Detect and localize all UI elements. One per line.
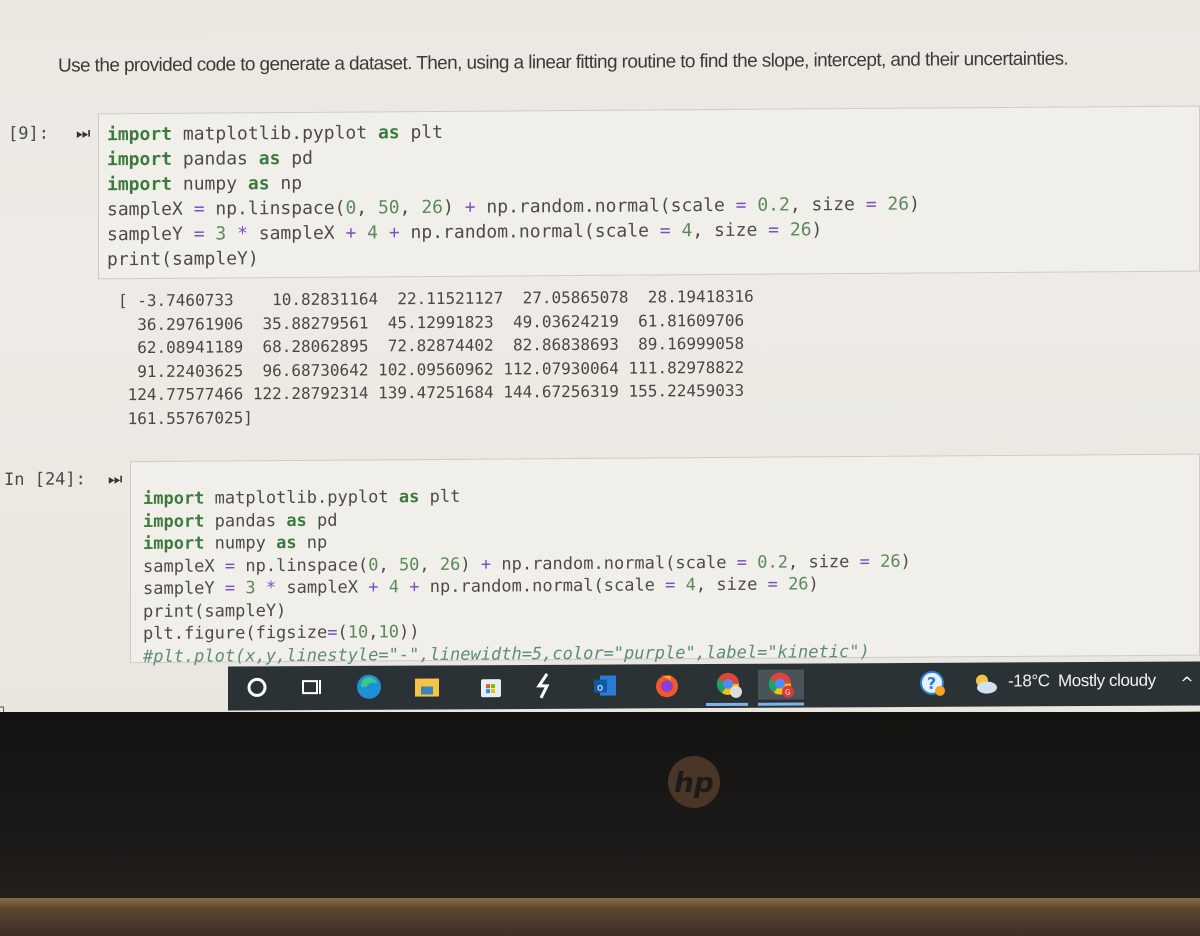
weather-condition: Mostly cloudy (1057, 670, 1156, 691)
code-line: print(sampleY) (107, 248, 259, 271)
firefox-icon[interactable] (652, 670, 682, 700)
edge-browser-icon[interactable] (354, 672, 384, 702)
help-icon[interactable]: ? (918, 669, 948, 699)
weather-mostly-cloudy-icon[interactable] (970, 669, 1000, 699)
code-cell-input[interactable]: import matplotlib.pyplot as plt import pa… (130, 453, 1200, 667)
chrome-g-profile-icon[interactable]: G (758, 669, 804, 700)
laptop-hinge (0, 898, 1200, 936)
active-window-indicator (758, 702, 804, 706)
output-line: 124.77577466 122.28792314 139.47251684 1… (118, 380, 745, 405)
bolt-app-icon[interactable] (530, 671, 560, 701)
outlook-icon[interactable]: o (590, 670, 620, 700)
active-window-indicator (706, 702, 748, 707)
task-view-icon[interactable] (296, 672, 326, 702)
question-instruction: Use the provided code to generate a data… (58, 48, 1069, 77)
output-line: 161.55767025] (118, 407, 253, 428)
code-block[interactable]: import matplotlib.pyplot as plt import pa… (143, 483, 911, 668)
run-cell-icon[interactable]: ⏭ (108, 469, 122, 489)
svg-text:G: G (785, 689, 790, 697)
cell-output: [ -3.7460733 10.82831164 22.11521127 27.… (118, 285, 754, 430)
code-cell-input[interactable]: import matplotlib.pyplot as plt import pa… (98, 105, 1200, 280)
svg-text:o: o (597, 683, 603, 694)
microsoft-store-icon[interactable] (476, 671, 506, 701)
run-cell-icon[interactable]: ⏭ (76, 123, 90, 143)
search-circle-icon[interactable] (242, 672, 272, 702)
weather-widget[interactable]: -18°C Mostly cloudy (1008, 671, 1156, 692)
weather-temperature: -18°C (1008, 671, 1050, 691)
file-explorer-icon[interactable] (412, 671, 442, 701)
cell-prompt: [9]: (8, 123, 49, 144)
svg-text:?: ? (927, 674, 936, 693)
code-block[interactable]: import matplotlib.pyplot as plt import pa… (107, 117, 920, 273)
show-hidden-icons-chevron-icon[interactable]: ^ (1172, 667, 1200, 697)
windows-taskbar: o G ? -18°C Mostly cloudy ^ (228, 661, 1200, 711)
chrome-profile-icon[interactable] (714, 670, 744, 700)
hp-logo: hp (668, 756, 720, 808)
edge-fragment: ┐ (0, 700, 8, 714)
laptop-screen: Use the provided code to generate a data… (0, 0, 1200, 720)
cell-prompt: In [24]: (4, 469, 86, 490)
